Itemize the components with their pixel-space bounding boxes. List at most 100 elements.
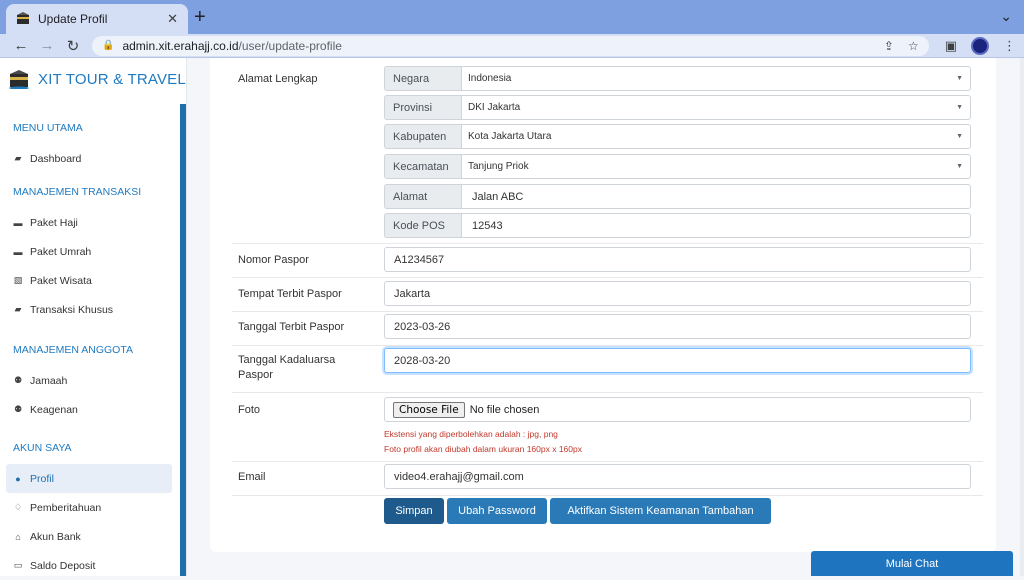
photo-file-input[interactable]: Choose File No file chosen	[384, 397, 971, 422]
district-select[interactable]: Tanjung Priok ▼	[461, 154, 971, 179]
sidebar-item-keagenan[interactable]: ⚉ Keagenan	[0, 395, 173, 424]
sidebar-item-label: Keagenan	[30, 403, 78, 416]
section-manajemen-transaksi: MANAJEMEN TRANSAKSI	[13, 186, 142, 198]
change-password-button[interactable]: Ubah Password	[447, 498, 547, 524]
user-icon: ●	[15, 473, 21, 484]
email-row: Email video4.erahajj@gmail.com	[232, 462, 983, 496]
country-group: Negara Indonesia ▼	[384, 66, 971, 91]
url-path: /user/update-profile	[238, 38, 342, 53]
kaaba-logo-icon	[9, 70, 29, 89]
passport-issue-label: Tanggal Terbit Paspor	[238, 321, 345, 333]
regency-select[interactable]: Kota Jakarta Utara ▼	[461, 124, 971, 149]
sidebar-item-label: Dashboard	[30, 152, 82, 165]
tab-search-icon[interactable]: ⌄	[1000, 8, 1012, 25]
sidebar-item-dashboard[interactable]: ▰ Dashboard	[0, 144, 173, 173]
kaaba-icon	[17, 12, 29, 24]
regency-group: Kabupaten Kota Jakarta Utara ▼	[384, 124, 971, 149]
profile-avatar[interactable]	[971, 36, 989, 55]
chevron-down-icon: ▼	[956, 75, 963, 82]
passport-place-label: Tempat Terbit Paspor	[238, 288, 342, 300]
sidebar: XIT TOUR & TRAVEL MENU UTAMA ▰ Dashboard…	[0, 58, 187, 576]
book-icon: ▰	[14, 153, 22, 163]
enable-security-button[interactable]: Aktifkan Sistem Keamanan Tambahan	[550, 498, 771, 524]
address-row: Alamat Lengkap Negara Indonesia ▼ Provin…	[232, 58, 983, 244]
sidebar-item-paket-haji[interactable]: ▬ Paket Haji	[0, 208, 173, 237]
browser-tabstrip: Update Profil ✕ + ⌄	[0, 0, 1024, 34]
sidebar-item-label: Paket Haji	[30, 216, 78, 229]
money-icon: ▭	[13, 560, 23, 570]
browser-toolbar: ← → ↻ 🔒 admin.xit.erahajj.co.id/user/upd…	[0, 34, 1024, 58]
sidebar-item-jamaah[interactable]: ⚉ Jamaah	[0, 366, 173, 395]
postal-input[interactable]: 12543	[461, 213, 971, 238]
country-select[interactable]: Indonesia ▼	[461, 66, 971, 91]
chevron-down-icon: ▼	[956, 163, 963, 170]
briefcase-icon: ▬	[13, 246, 23, 257]
lock-icon: 🔒	[102, 40, 115, 51]
passport-expiry-row: Tanggal Kadaluarsa Paspor 2028-03-20	[232, 346, 983, 393]
passport-place-input[interactable]: Jakarta	[384, 281, 971, 306]
sidebar-scrollbar[interactable]	[180, 104, 186, 576]
share-icon[interactable]: ⇪	[884, 39, 894, 53]
chevron-down-icon: ▼	[956, 133, 963, 140]
start-chat-button[interactable]: Mulai Chat	[811, 551, 1013, 576]
postal-group: Kode POS 12543	[384, 213, 971, 238]
photo-row: Foto Choose File No file chosen Ekstensi…	[232, 393, 983, 462]
bank-icon: ⌂	[15, 531, 21, 542]
menu-kebab-icon[interactable]: ⋮	[1003, 38, 1016, 54]
users-icon: ⚉	[13, 404, 23, 414]
address-bar[interactable]: 🔒 admin.xit.erahajj.co.id/user/update-pr…	[92, 35, 929, 56]
sidebar-item-paket-umrah[interactable]: ▬ Paket Umrah	[0, 237, 173, 266]
sidebar-item-pemberitahuan[interactable]: ♢ Pemberitahuan	[0, 493, 173, 522]
sidebar-item-label: Paket Wisata	[30, 274, 92, 287]
passport-expiry-date-input[interactable]: 2028-03-20	[384, 348, 971, 373]
passport-issue-date-input[interactable]: 2023-03-26	[384, 314, 971, 339]
country-addon: Negara	[384, 66, 461, 91]
sidebar-item-paket-wisata[interactable]: ▧ Paket Wisata	[0, 266, 173, 295]
country-value: Indonesia	[468, 73, 512, 84]
province-select[interactable]: DKI Jakarta ▼	[461, 95, 971, 120]
passport-no-label: Nomor Paspor	[238, 254, 309, 266]
back-icon[interactable]: ←	[8, 37, 34, 54]
passport-no-input[interactable]: A1234567	[384, 247, 971, 272]
image-icon: ▧	[13, 275, 23, 285]
sidebar-item-label: Profil	[30, 472, 54, 485]
sidebar-item-label: Saldo Deposit	[30, 559, 96, 572]
sidebar-item-label: Transaksi Khusus	[30, 303, 114, 316]
chevron-down-icon: ▼	[956, 104, 963, 111]
street-input[interactable]: Jalan ABC	[461, 184, 971, 209]
sidebar-item-label: Jamaah	[30, 374, 68, 387]
bookmark-star-icon[interactable]: ☆	[908, 39, 919, 53]
new-tab-button[interactable]: +	[194, 6, 206, 28]
page: XIT TOUR & TRAVEL MENU UTAMA ▰ Dashboard…	[0, 58, 1024, 576]
brand[interactable]: XIT TOUR & TRAVEL	[0, 58, 186, 100]
save-button[interactable]: Simpan	[384, 498, 444, 524]
tab-close-icon[interactable]: ✕	[167, 11, 178, 27]
briefcase-icon: ▬	[13, 217, 23, 228]
district-addon: Kecamatan	[384, 154, 461, 179]
sidepanel-icon[interactable]: ▣	[945, 38, 957, 54]
sidebar-item-akun-bank[interactable]: ⌂ Akun Bank	[0, 522, 173, 551]
email-label: Email	[238, 471, 266, 483]
reload-icon[interactable]: ↻	[60, 37, 86, 55]
passport-issue-row: Tanggal Terbit Paspor 2023-03-26	[232, 312, 983, 346]
sidebar-item-label: Paket Umrah	[30, 245, 92, 258]
photo-hint-extension: Ekstensi yang diperbolehkan adalah : jpg…	[384, 429, 558, 439]
users-icon: ⚉	[13, 375, 23, 385]
photo-label: Foto	[238, 404, 261, 416]
forward-icon[interactable]: →	[34, 37, 60, 54]
brand-name: XIT TOUR & TRAVEL	[38, 70, 186, 88]
sidebar-item-transaksi-khusus[interactable]: ▰ Transaksi Khusus	[0, 295, 173, 324]
passport-place-row: Tempat Terbit Paspor Jakarta	[232, 278, 983, 312]
province-value: DKI Jakarta	[468, 102, 521, 113]
browser-tab[interactable]: Update Profil ✕	[6, 4, 188, 34]
street-addon: Alamat	[384, 184, 461, 209]
sidebar-item-profil[interactable]: ● Profil	[6, 464, 172, 493]
choose-file-button[interactable]: Choose File	[393, 401, 465, 418]
book-icon: ▰	[14, 304, 22, 314]
district-value: Tanjung Priok	[468, 161, 529, 172]
province-group: Provinsi DKI Jakarta ▼	[384, 95, 971, 120]
postal-addon: Kode POS	[384, 213, 461, 238]
section-menu-utama: MENU UTAMA	[13, 122, 83, 134]
email-input[interactable]: video4.erahajj@gmail.com	[384, 464, 971, 489]
page-scrollbar[interactable]	[1020, 58, 1024, 576]
